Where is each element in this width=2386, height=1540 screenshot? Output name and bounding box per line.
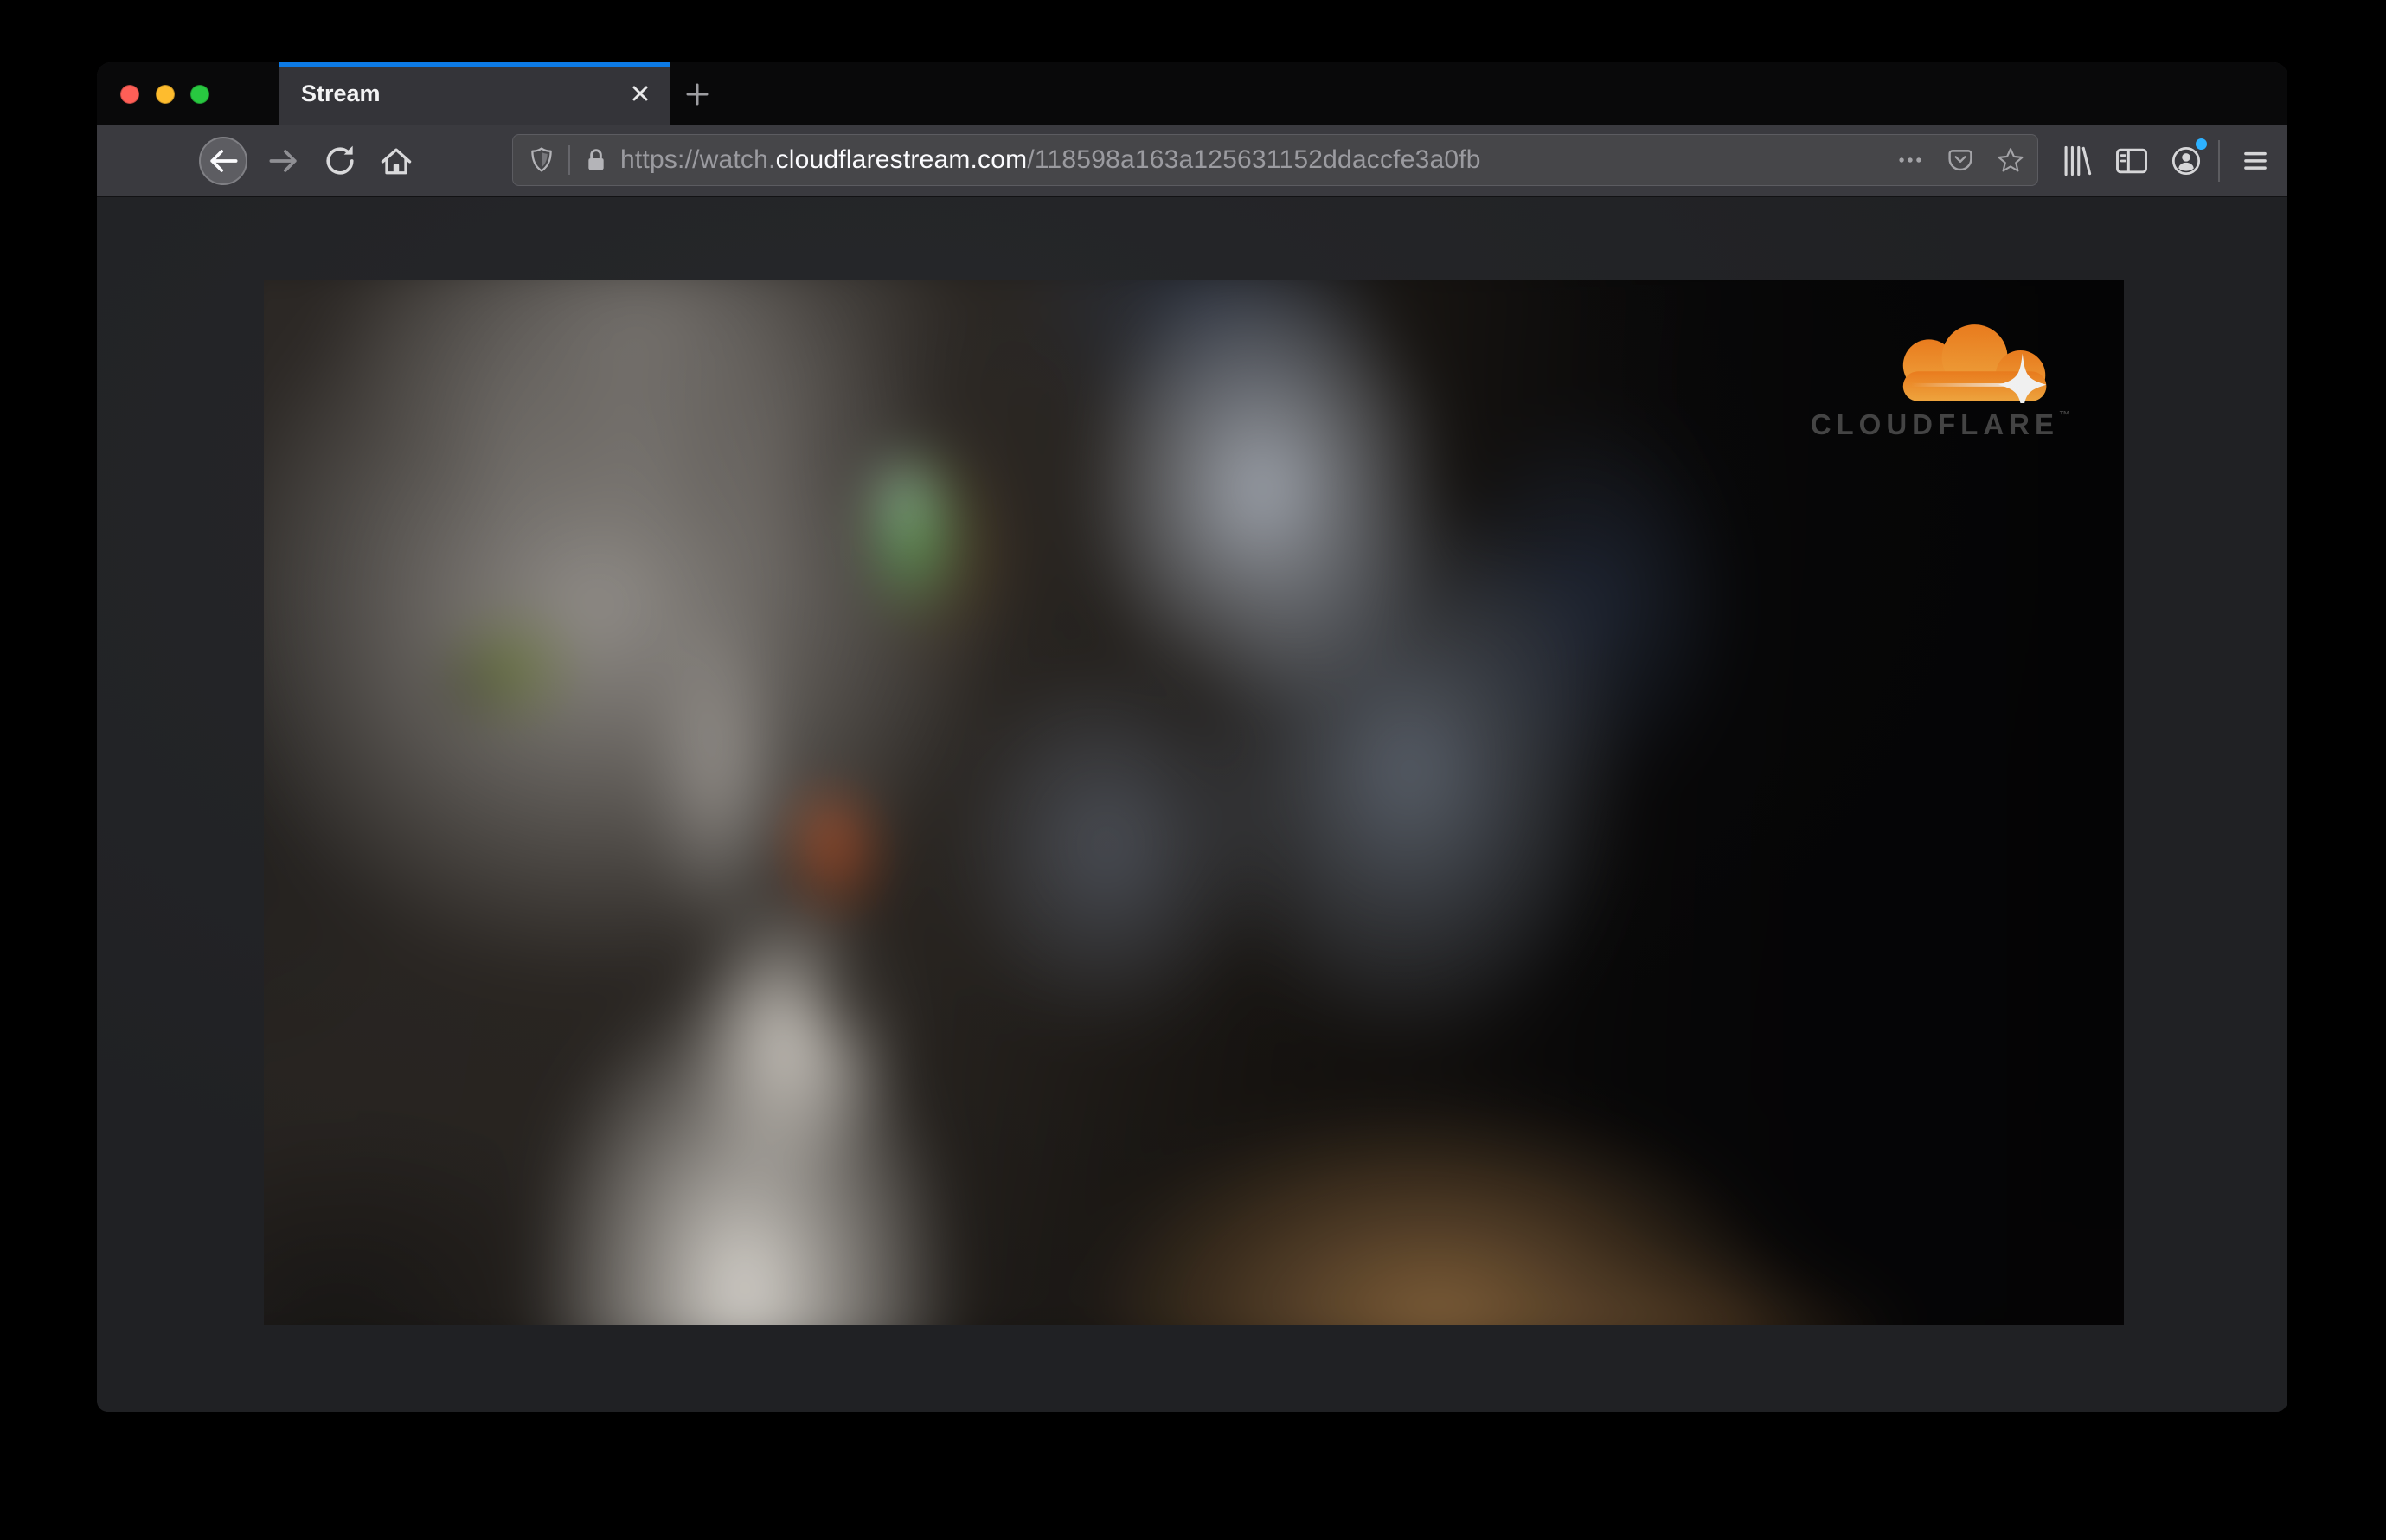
window-zoom-button[interactable] bbox=[190, 85, 209, 104]
back-arrow-icon bbox=[204, 142, 242, 180]
window-minimize-button[interactable] bbox=[156, 85, 175, 104]
url-domain: cloudflarestream.com bbox=[775, 145, 1028, 174]
url-scheme: https://watch. bbox=[620, 145, 776, 174]
url-text[interactable]: https://watch.cloudflarestream.com/11859… bbox=[620, 145, 1895, 175]
trademark-symbol: ™ bbox=[2059, 408, 2070, 421]
forward-arrow-icon bbox=[265, 142, 303, 180]
home-button[interactable] bbox=[372, 137, 420, 185]
star-icon bbox=[1996, 145, 2025, 175]
close-icon bbox=[628, 81, 652, 106]
toolbar-separator bbox=[2218, 140, 2220, 182]
page-actions-button[interactable] bbox=[1895, 145, 1925, 175]
ellipsis-icon bbox=[1895, 145, 1925, 175]
page-content: CLOUDFLARE™ bbox=[97, 197, 2287, 1412]
hamburger-icon bbox=[2236, 142, 2274, 180]
tracking-protection-shield-icon[interactable] bbox=[527, 145, 556, 175]
sidebars-button[interactable] bbox=[2107, 137, 2156, 185]
browser-window: Stream https://watch.cloudflarestream.co… bbox=[97, 62, 2287, 1412]
cloudflare-watermark: CLOUDFLARE™ bbox=[1785, 324, 2070, 441]
plus-icon bbox=[683, 80, 711, 108]
tab-bar: Stream bbox=[97, 62, 2287, 125]
account-notification-dot bbox=[2196, 138, 2207, 150]
tab-stream[interactable]: Stream bbox=[279, 62, 670, 125]
back-button[interactable] bbox=[199, 137, 247, 185]
menu-button[interactable] bbox=[2231, 137, 2280, 185]
url-path: /118598a163a125631152ddaccfe3a0fb bbox=[1027, 145, 1481, 174]
tab-title: Stream bbox=[301, 80, 381, 106]
urlbar-actions bbox=[1895, 145, 2025, 175]
cloudflare-wordmark: CLOUDFLARE™ bbox=[1810, 408, 2070, 440]
account-button[interactable] bbox=[2162, 137, 2210, 185]
window-close-button[interactable] bbox=[120, 85, 139, 104]
new-tab-button[interactable] bbox=[683, 80, 712, 109]
pocket-icon bbox=[1946, 145, 1975, 175]
tab-close-button[interactable] bbox=[623, 76, 657, 111]
sidebar-icon bbox=[2113, 142, 2151, 180]
reload-button[interactable] bbox=[316, 137, 364, 185]
video-player[interactable]: CLOUDFLARE™ bbox=[264, 280, 2124, 1325]
home-icon bbox=[377, 142, 415, 180]
reload-icon bbox=[321, 142, 359, 180]
url-bar[interactable]: https://watch.cloudflarestream.com/11859… bbox=[512, 134, 2038, 186]
urlbar-separator bbox=[568, 145, 570, 175]
forward-button[interactable] bbox=[260, 137, 308, 185]
library-button[interactable] bbox=[2052, 137, 2101, 185]
library-icon bbox=[2057, 142, 2095, 180]
pocket-button[interactable] bbox=[1946, 145, 1975, 175]
bookmark-star-button[interactable] bbox=[1996, 145, 2025, 175]
cloudflare-cloud-logo-icon bbox=[1871, 324, 2070, 403]
navigation-toolbar: https://watch.cloudflarestream.com/11859… bbox=[97, 125, 2287, 197]
lock-icon[interactable] bbox=[582, 146, 610, 174]
